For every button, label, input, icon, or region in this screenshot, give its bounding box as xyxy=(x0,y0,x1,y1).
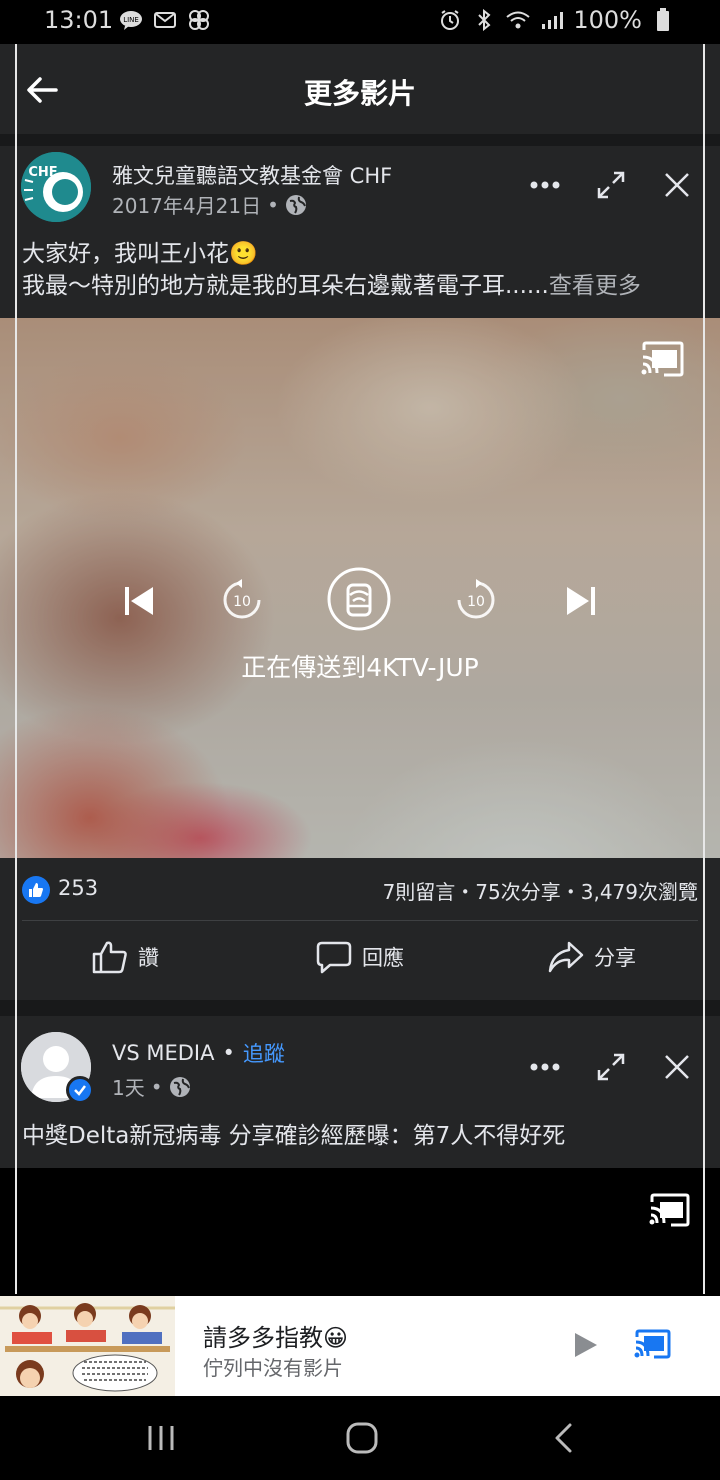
play-icon[interactable] xyxy=(570,1330,600,1360)
post-date[interactable]: 2017年4月21日 xyxy=(112,190,261,219)
post-card-2: VS MEDIA • 追蹤 1天 • 中獎Delta新冠病毒 分享確診經歷曝：第… xyxy=(0,1016,720,1168)
forward-10-label: 10 xyxy=(467,594,485,610)
comment-icon xyxy=(316,941,352,974)
status-bar: 13:01 LINE 100% xyxy=(0,0,720,44)
caption-line-2: 我最～特別的地方就是我的耳朵右邊戴著電子耳...... xyxy=(22,273,549,299)
section-separator xyxy=(0,134,720,146)
frame-border-left xyxy=(15,44,17,1294)
status-time: 13:01 xyxy=(44,6,114,34)
casting-status-text: 正在傳送到4KTV-JUP xyxy=(241,653,479,682)
close-icon[interactable] xyxy=(662,1052,692,1082)
mini-player-thumbnail[interactable] xyxy=(0,1296,175,1396)
recent-apps-icon[interactable] xyxy=(143,1420,179,1456)
comment-button[interactable]: 回應 xyxy=(316,940,404,974)
post-stats[interactable]: 7則留言・75次分享・3,479次瀏覽 xyxy=(383,876,698,905)
forward-10-icon[interactable]: 10 xyxy=(454,578,498,626)
share-label: 分享 xyxy=(594,946,636,970)
video-player[interactable]: 10 10 正在傳送到4KTV-JUP xyxy=(0,318,720,858)
divider xyxy=(22,920,698,921)
close-icon[interactable] xyxy=(662,170,692,200)
rewind-10-label: 10 xyxy=(233,594,251,610)
follow-button[interactable]: 追蹤 xyxy=(243,1038,285,1068)
post-header-actions xyxy=(530,170,692,200)
globe-icon xyxy=(169,1076,191,1098)
expand-icon[interactable] xyxy=(596,170,626,200)
cast-icon[interactable] xyxy=(648,1192,692,1228)
more-options-icon[interactable] xyxy=(530,1052,560,1082)
system-navigation-bar xyxy=(0,1396,720,1480)
mail-icon xyxy=(152,9,178,31)
post-header-actions xyxy=(530,1052,692,1082)
like-reaction-icon xyxy=(22,876,50,904)
line-app-icon: LINE xyxy=(118,9,144,31)
cast-connected-icon[interactable] xyxy=(634,1328,672,1360)
page-name[interactable]: VS MEDIA xyxy=(112,1041,215,1065)
meta-separator: • xyxy=(267,192,279,217)
top-app-bar: 更多影片 xyxy=(0,44,720,134)
like-count[interactable]: 253 xyxy=(58,876,98,900)
post-caption: 大家好，我叫王小花🙂 我最～特別的地方就是我的耳朵右邊戴著電子耳......查看… xyxy=(22,238,641,302)
globe-icon xyxy=(285,194,307,216)
svg-text:LINE: LINE xyxy=(123,16,139,24)
like-button[interactable]: 讚 xyxy=(92,940,159,974)
meta-separator: • xyxy=(150,1074,163,1099)
bluetooth-icon xyxy=(471,9,497,31)
page-title: 更多影片 xyxy=(303,77,416,110)
post-time[interactable]: 1天 xyxy=(112,1072,145,1101)
battery-icon xyxy=(650,8,676,31)
avatar-text: CHF xyxy=(28,165,57,180)
mini-player-subtitle: 佇列中沒有影片 xyxy=(203,1356,343,1380)
caption-line-1: 大家好，我叫王小花🙂 xyxy=(22,241,258,267)
playback-controls: 10 10 xyxy=(0,566,720,638)
more-options-icon[interactable] xyxy=(530,170,560,200)
expand-icon[interactable] xyxy=(596,1052,626,1082)
alarm-icon xyxy=(437,9,463,31)
cast-icon[interactable] xyxy=(640,340,686,378)
share-button[interactable]: 分享 xyxy=(548,940,636,974)
see-more-link[interactable]: 查看更多 xyxy=(549,273,641,299)
home-icon[interactable] xyxy=(344,1420,380,1456)
share-icon xyxy=(548,941,584,973)
page-name[interactable]: 雅文兒童聽語文教基金會 CHF xyxy=(112,160,392,190)
post-meta: 1天 • xyxy=(112,1072,191,1101)
wifi-icon xyxy=(505,9,531,31)
post-engagement-bar: 253 7則留言・75次分享・3,479次瀏覽 讚 回應 分享 xyxy=(0,858,720,1000)
casting-device-button[interactable] xyxy=(326,566,392,636)
frame-border-right xyxy=(703,44,705,1294)
skip-previous-icon[interactable] xyxy=(122,584,156,622)
back-nav-icon[interactable] xyxy=(546,1420,582,1456)
rewind-10-icon[interactable]: 10 xyxy=(220,578,264,626)
thumbs-up-icon xyxy=(92,941,127,974)
post-caption: 中獎Delta新冠病毒 分享確診經歷曝：第7人不得好死 xyxy=(22,1123,566,1149)
signal-icon xyxy=(539,9,565,31)
page-avatar[interactable]: CHF xyxy=(21,152,91,222)
like-label: 讚 xyxy=(138,946,159,970)
page-name-row: VS MEDIA • 追蹤 xyxy=(112,1038,285,1068)
mini-player-title: 請多多指教😀 xyxy=(203,1324,349,1352)
name-separator: • xyxy=(222,1041,235,1065)
comment-label: 回應 xyxy=(362,946,404,970)
notification-icons: LINE xyxy=(118,9,212,31)
post-meta: 2017年4月21日 • xyxy=(112,190,307,219)
battery-percent: 100% xyxy=(573,6,642,34)
post-card-1: CHF 雅文兒童聽語文教基金會 CHF 2017年4月21日 • 大家好，我叫王… xyxy=(0,146,720,318)
mini-player[interactable]: 請多多指教😀 佇列中沒有影片 xyxy=(0,1296,720,1396)
system-status-icons: 100% xyxy=(437,6,676,34)
section-separator xyxy=(0,1000,720,1016)
video-player-2[interactable] xyxy=(0,1168,720,1296)
verified-badge-icon xyxy=(66,1076,94,1104)
pinwheel-icon xyxy=(186,9,212,31)
skip-next-icon[interactable] xyxy=(564,584,598,622)
